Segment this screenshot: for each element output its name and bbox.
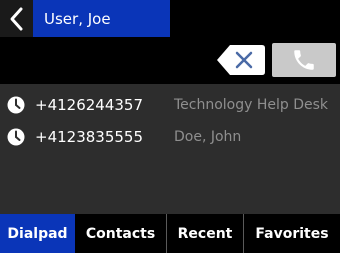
tab-favorites[interactable]: Favorites bbox=[243, 214, 340, 253]
tab-contacts[interactable]: Contacts bbox=[75, 214, 166, 253]
phone-screen: User, Joe +4126244357 Technology Help De… bbox=[0, 0, 340, 253]
list-item[interactable]: +4123835555 Doe, John bbox=[0, 122, 340, 152]
clock-icon bbox=[7, 128, 25, 146]
contact-name: Doe, John bbox=[174, 129, 242, 145]
list-item[interactable]: +4126244357 Technology Help Desk bbox=[0, 90, 340, 120]
backspace-icon bbox=[217, 45, 265, 75]
page-title: User, Joe bbox=[44, 10, 111, 28]
contact-name: Technology Help Desk bbox=[174, 97, 329, 113]
phone-icon bbox=[294, 50, 314, 70]
recent-calls-list: +4126244357 Technology Help Desk +412383… bbox=[0, 84, 340, 214]
tab-dialpad[interactable]: Dialpad bbox=[0, 214, 75, 253]
backspace-button[interactable] bbox=[216, 44, 266, 76]
tab-bar: Dialpad Contacts Recent Favorites bbox=[0, 214, 340, 253]
header-bar: User, Joe bbox=[0, 0, 340, 37]
back-button[interactable] bbox=[0, 0, 33, 37]
clock-icon bbox=[7, 96, 25, 114]
tab-recent[interactable]: Recent bbox=[166, 214, 243, 253]
chevron-left-icon bbox=[10, 7, 22, 30]
contact-number: +4126244357 bbox=[35, 96, 144, 114]
dial-input-row[interactable] bbox=[0, 37, 340, 84]
call-button[interactable] bbox=[272, 43, 336, 77]
contact-number: +4123835555 bbox=[35, 128, 144, 146]
